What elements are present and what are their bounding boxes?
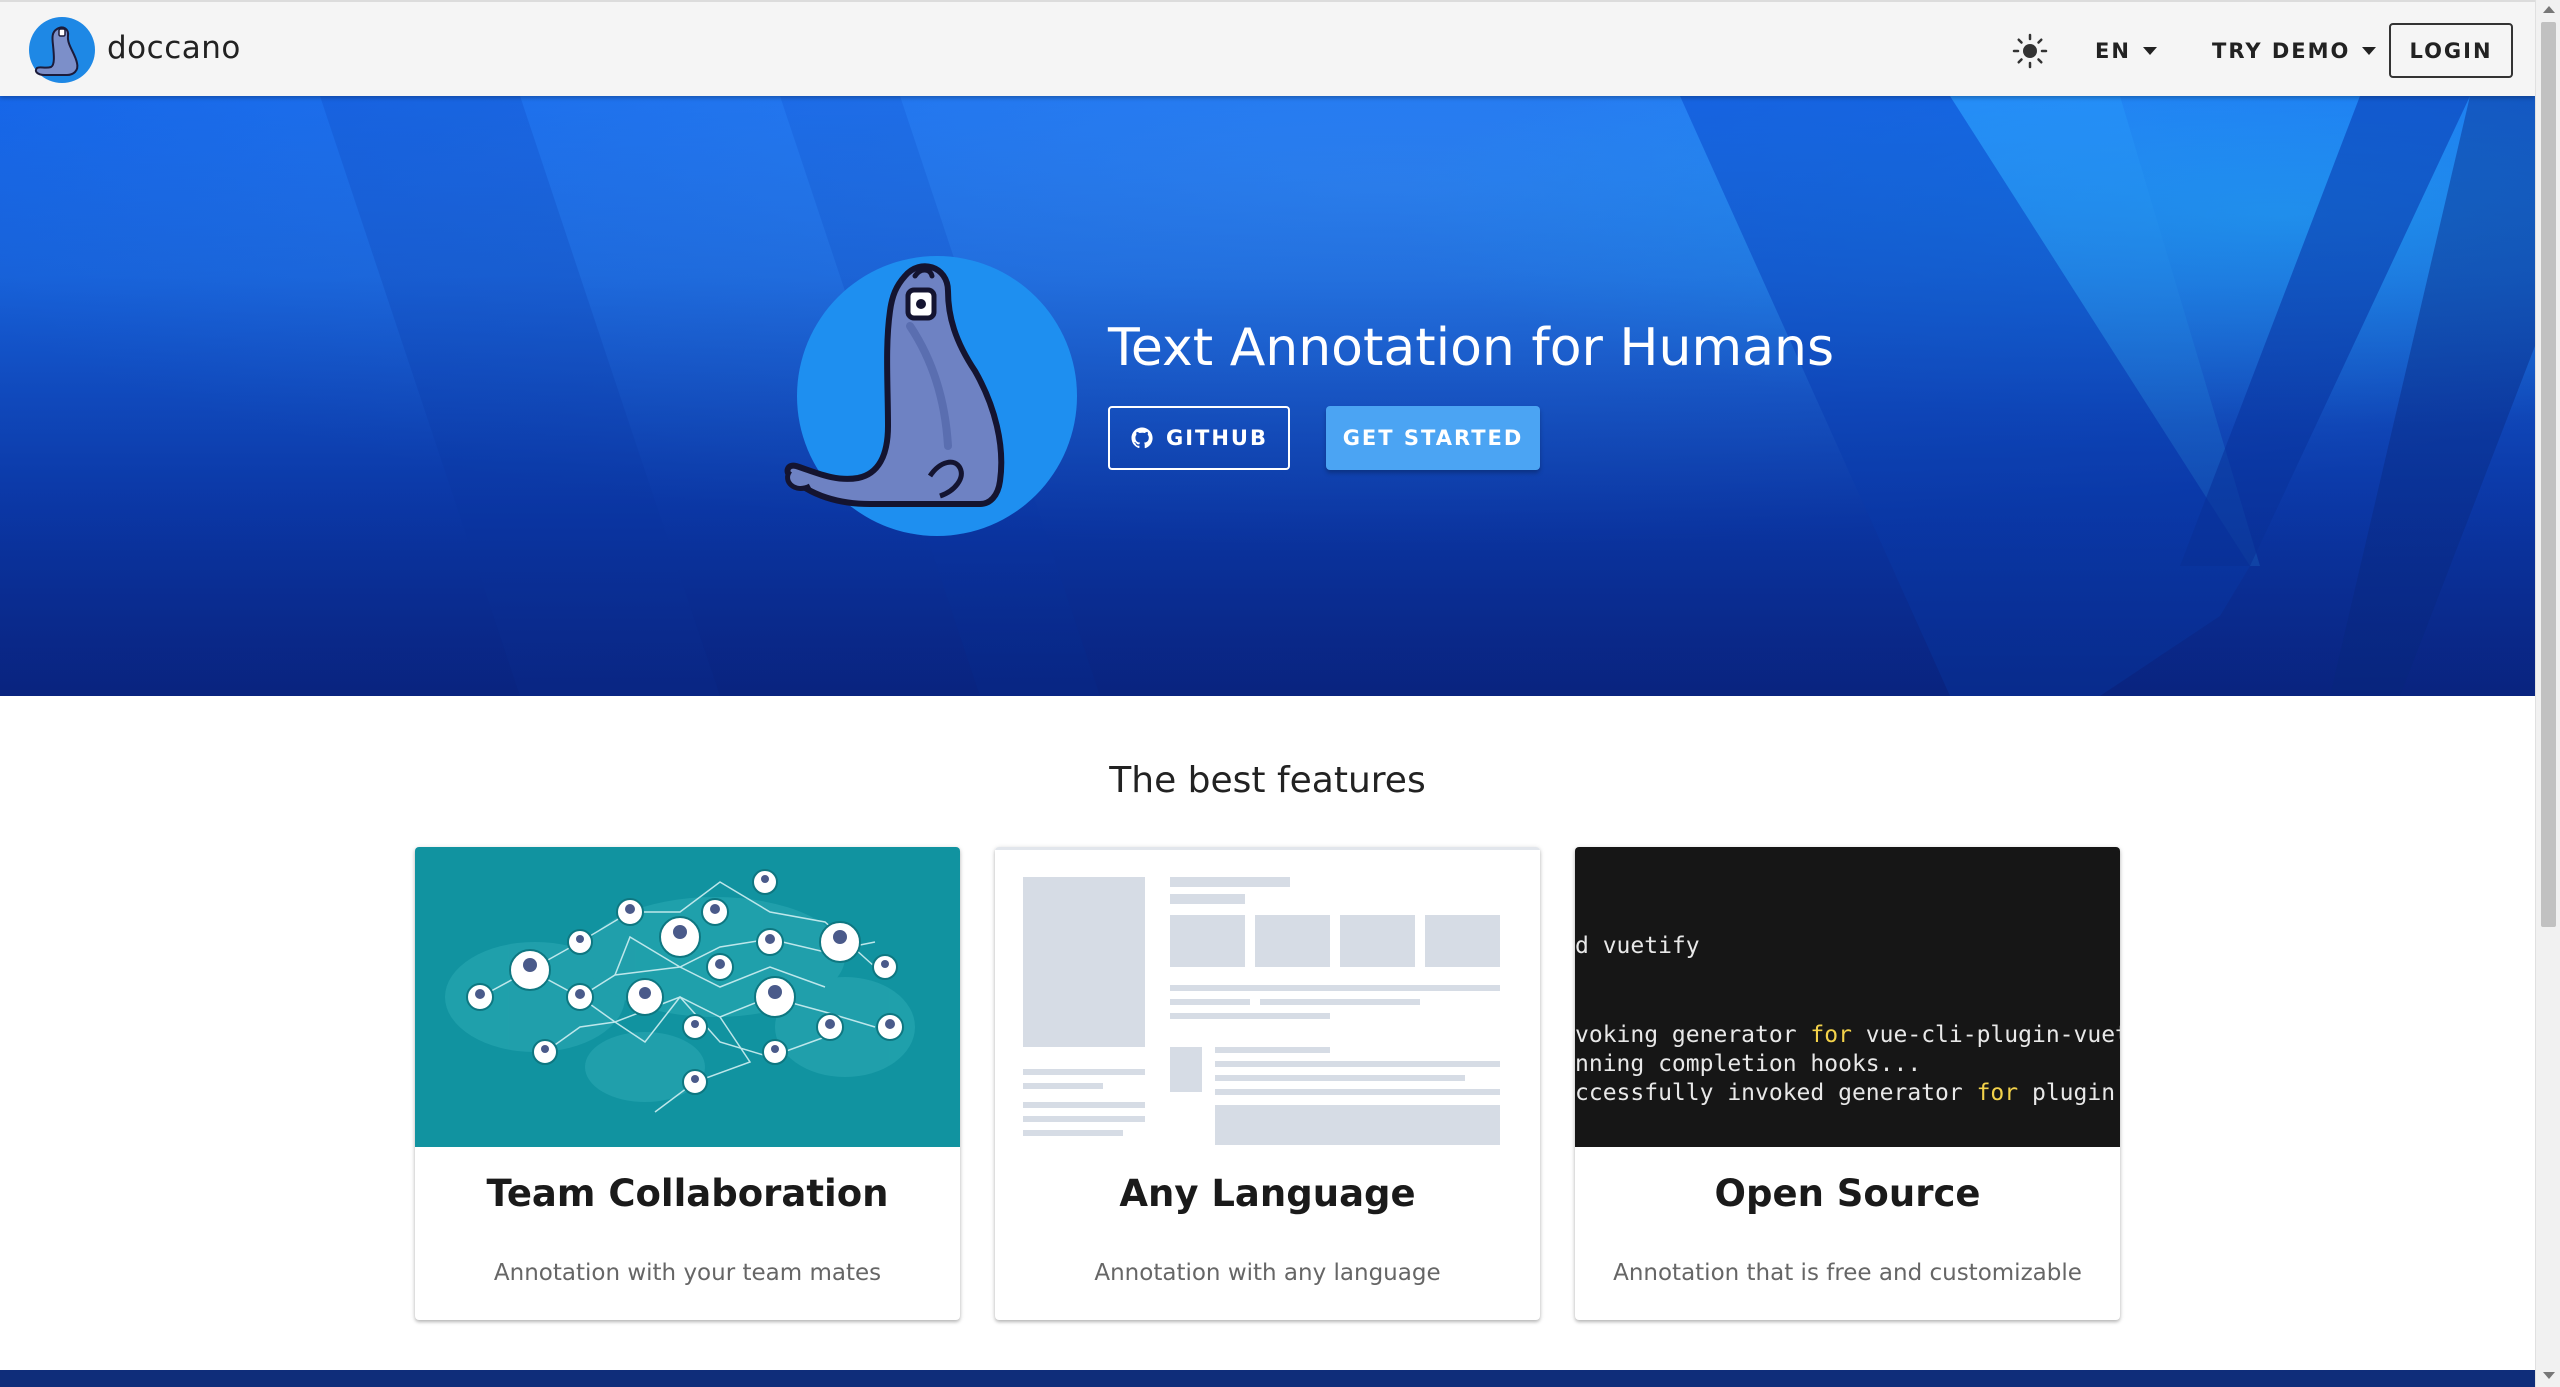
- page: doccano EN TRY DEMO LOGIN Text Annotatio…: [0, 0, 2535, 1387]
- hero-section: Text Annotation for Humans GITHUB GET ST…: [0, 96, 2535, 696]
- vertical-scrollbar[interactable]: [2535, 0, 2560, 1387]
- language-menu-button[interactable]: EN: [2095, 32, 2157, 70]
- terminal-image: d vuetify voking generator for vue-cli-p…: [1575, 847, 2120, 1147]
- terminal-line: d vuetify: [1575, 933, 1700, 959]
- chevron-down-icon: [2362, 47, 2377, 55]
- feature-card-any-language: Any Language Annotation with any languag…: [995, 847, 1540, 1320]
- card-title: Any Language: [1119, 1172, 1416, 1215]
- card-title: Team Collaboration: [486, 1172, 889, 1215]
- try-demo-label: TRY DEMO: [2212, 39, 2351, 63]
- terminal-line: ccessfully invoked generator for plugin: [1575, 1080, 2116, 1106]
- card-text: Annotation with any language: [1094, 1260, 1441, 1286]
- feature-card-open-source: d vuetify voking generator for vue-cli-p…: [1575, 847, 2120, 1320]
- try-demo-menu-button[interactable]: TRY DEMO: [2212, 32, 2377, 70]
- team-network-image: [415, 847, 960, 1147]
- card-text: Annotation that is free and customizable: [1613, 1260, 2082, 1286]
- github-label: GITHUB: [1165, 426, 1268, 450]
- github-button[interactable]: GITHUB: [1108, 406, 1290, 470]
- scroll-up-arrow-icon[interactable]: [2543, 6, 2555, 13]
- app-bar: doccano EN TRY DEMO LOGIN: [0, 0, 2535, 96]
- brand-name[interactable]: doccano: [107, 30, 241, 66]
- github-icon: [1131, 427, 1153, 449]
- doccano-seal-mascot-icon: [784, 256, 1077, 536]
- document-layout-image: [995, 847, 1540, 1147]
- scrollbar-thumb[interactable]: [2541, 22, 2556, 927]
- get-started-button[interactable]: GET STARTED: [1326, 406, 1540, 470]
- login-button[interactable]: LOGIN: [2389, 23, 2513, 78]
- hero-title: Text Annotation for Humans: [1108, 318, 1835, 378]
- bottom-section-edge: [0, 1370, 2535, 1387]
- terminal-line: nning completion hooks...: [1575, 1051, 1922, 1077]
- card-text: Annotation with your team mates: [493, 1260, 882, 1286]
- card-title: Open Source: [1714, 1172, 1981, 1215]
- terminal-line: voking generator for vue-cli-plugin-vuet: [1575, 1022, 2120, 1048]
- features-title: The best features: [1109, 760, 1426, 801]
- scroll-down-arrow-icon[interactable]: [2543, 1372, 2555, 1379]
- hero-background: [0, 96, 2535, 696]
- language-label: EN: [2095, 39, 2131, 63]
- feature-card-team-collaboration: Team Collaboration Annotation with your …: [415, 847, 960, 1320]
- brightness-icon[interactable]: [2010, 31, 2050, 71]
- doccano-logo-icon[interactable]: [27, 15, 97, 85]
- chevron-down-icon: [2142, 47, 2157, 55]
